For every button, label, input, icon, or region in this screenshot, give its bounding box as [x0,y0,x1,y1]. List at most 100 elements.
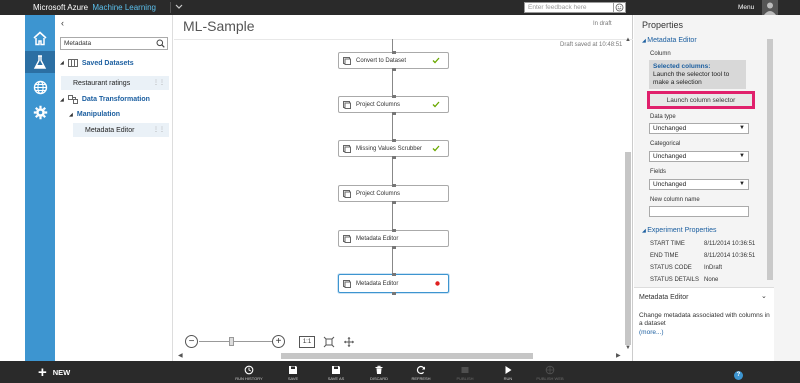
top-bar: Microsoft Azure Machine Learning Menu [0,0,800,15]
zoom-in-button[interactable]: + [272,335,285,348]
selected-columns-label: Selected columns: [653,63,711,70]
tree-label: Data Transformation [81,96,150,103]
input-port[interactable] [392,273,396,276]
scroll-right-arrow-icon[interactable]: ▶ [616,352,621,359]
quick-help-title: Metadata Editor [639,294,689,301]
save-icon [289,366,297,374]
module-node-convert-to-dataset[interactable]: Convert to Dataset [338,51,449,71]
module-label: Metadata Editor [356,235,399,242]
select-value: Unchanged [653,125,687,132]
app-brand[interactable]: Microsoft Azure Machine Learning [33,3,156,12]
expand-triangle-icon: ◢ [60,96,64,103]
output-port[interactable] [392,68,396,71]
input-port[interactable] [392,184,396,187]
output-port[interactable] [392,292,396,295]
fields-select[interactable]: Unchanged ▼ [649,179,749,190]
feedback-input[interactable] [524,2,614,13]
experiment-title[interactable]: ML-Sample [183,18,255,34]
gear-icon [33,105,47,119]
module-node-metadata-editor[interactable]: Metadata Editor [338,229,449,249]
tree-saved-datasets[interactable]: ◢ Saved Datasets [60,59,134,67]
output-port[interactable] [392,246,396,249]
palette-search-input[interactable] [60,37,168,50]
tree-label: Restaurant ratings [73,79,131,87]
new-button[interactable]: + NEW [38,365,70,380]
search-icon[interactable] [156,39,165,48]
quick-help-more-link[interactable]: (more...) [639,329,664,336]
canvas-vertical-scroll-thumb[interactable] [625,152,631,345]
rail-web-services[interactable] [25,76,55,98]
tree-manipulation[interactable]: ◢ Manipulation [69,111,120,118]
user-avatar-icon[interactable] [762,0,778,15]
select-value: Unchanged [653,181,687,188]
discard-button[interactable]: DISCARD [364,365,394,381]
topbar-divider [170,2,171,13]
module-node-metadata-editor-selected[interactable]: Metadata Editor [338,273,449,295]
scroll-left-arrow-icon[interactable]: ◀ [178,352,183,359]
fields-label: Fields [650,169,667,175]
column-label: Column [650,51,671,57]
smiley-icon[interactable] [614,2,626,13]
canvas-horizontal-scroll-thumb[interactable] [281,353,533,359]
tree-item-restaurant-ratings[interactable]: Restaurant ratings ⋮⋮ [61,76,169,90]
rail-home[interactable] [25,27,55,49]
history-icon [244,365,254,375]
zoom-actual-size-button[interactable]: 1:1 [299,336,315,348]
dropdown-arrow-icon: ▼ [739,181,745,187]
data-type-select[interactable]: Unchanged ▼ [649,123,749,134]
quick-help-description: Change metadata associated with columns … [639,312,770,327]
command-label: RUN HISTORY [235,376,263,381]
module-node-project-columns-2[interactable]: Project Columns [338,184,449,204]
drag-handle-icon: ⋮⋮ [153,127,165,133]
categorical-label: Categorical [650,141,681,147]
save-button[interactable]: SAVE [278,365,308,381]
run-button[interactable]: RUN [493,365,523,381]
connector-edge [392,159,393,184]
output-port[interactable] [392,112,396,115]
quick-help-collapse-icon[interactable]: ⌄ [761,292,767,300]
zoom-out-button[interactable]: − [185,335,198,348]
menu-button[interactable]: Menu [738,4,754,11]
launch-column-selector-button[interactable]: Launch column selector [647,91,755,109]
output-port[interactable] [392,156,396,159]
experiment-canvas[interactable]: ML-Sample In draft Draft saved at 10:48:… [174,15,633,361]
workspace-chevron-down-icon[interactable] [175,4,183,10]
publish-button[interactable]: PUBLISH [450,365,480,381]
input-port[interactable] [392,95,396,98]
rail-experiments[interactable] [25,51,55,73]
module-label: Project Columns [356,101,401,108]
run-icon [505,366,512,374]
input-port[interactable] [392,51,396,54]
new-column-name-input[interactable] [649,206,749,217]
zoom-slider-track[interactable] [199,341,273,342]
output-port[interactable] [392,201,396,204]
module-node-project-columns[interactable]: Project Columns [338,95,449,115]
scroll-up-arrow-icon[interactable]: ▲ [625,37,631,43]
connector-edge [392,71,393,95]
selection-note: Selected columns: Launch the selector to… [649,60,746,89]
input-port[interactable] [392,229,396,232]
end-time-label: END TIME [650,253,679,259]
properties-scroll-thumb[interactable] [767,39,773,280]
categorical-select[interactable]: Unchanged ▼ [649,151,749,162]
input-port[interactable] [392,139,396,142]
pan-icon[interactable] [343,336,355,348]
tree-item-metadata-editor[interactable]: Metadata Editor ⋮⋮ [73,123,169,137]
section-experiment-properties[interactable]: ◢ Experiment Properties [642,227,717,234]
module-label: Metadata Editor [356,280,399,287]
help-question-icon[interactable]: ? [734,371,743,380]
module-node-missing-values-scrubber[interactable]: Missing Values Scrubber [338,139,449,159]
save-as-icon [332,366,340,374]
zoom-slider-thumb[interactable] [229,337,234,346]
rail-settings[interactable] [25,101,55,123]
publish-web-service-button[interactable]: PUBLISH WEB [535,365,565,381]
data-type-label: Data type [650,114,676,120]
run-history-button[interactable]: RUN HISTORY [234,365,264,381]
section-metadata-editor[interactable]: ◢ Metadata Editor [642,37,697,44]
scroll-down-arrow-icon[interactable]: ▼ [625,345,631,351]
tree-data-transformation[interactable]: ◢ Data Transformation [60,95,150,104]
fit-to-screen-icon[interactable] [323,336,335,348]
collapse-palette-button[interactable]: ‹ [61,18,64,28]
refresh-button[interactable]: REFRESH [406,365,436,381]
save-as-button[interactable]: SAVE AS [321,365,351,381]
